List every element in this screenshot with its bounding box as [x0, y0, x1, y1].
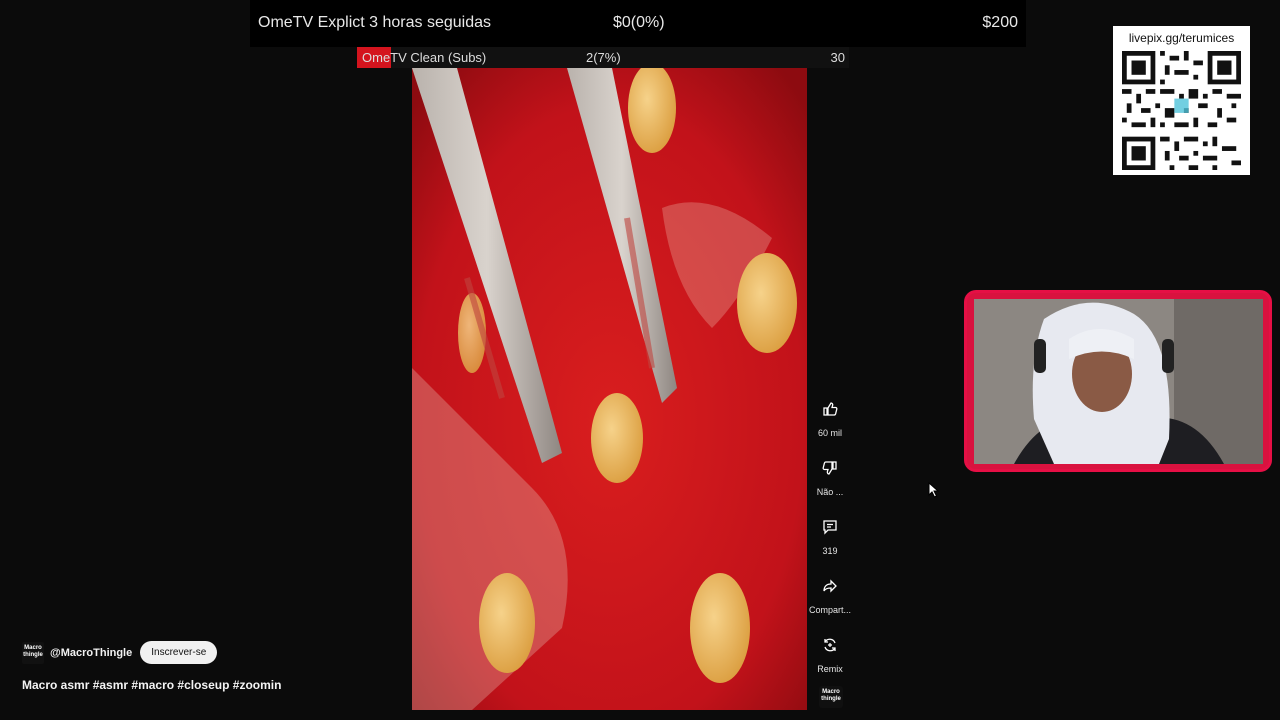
- channel-thumbnail[interactable]: Macro thingle: [819, 686, 843, 708]
- dislike-button[interactable]: Não ...: [808, 453, 852, 497]
- channel-thumbnail-text: Macro thingle: [821, 689, 841, 702]
- goal-main-target: $200: [982, 14, 1018, 31]
- goal-main-progress: $0(0%): [613, 14, 665, 31]
- goal-subs-target: 30: [830, 50, 845, 65]
- mouse-cursor-icon: [928, 482, 940, 498]
- share-button[interactable]: Compart...: [808, 571, 852, 615]
- remix-label: Remix: [817, 664, 843, 674]
- channel-handle[interactable]: @MacroThingle: [50, 647, 132, 659]
- video-title[interactable]: Macro asmr #asmr #macro #closeup #zoomin: [22, 678, 281, 692]
- webcam-feed: [974, 299, 1263, 464]
- qr-code-icon: [1122, 51, 1241, 170]
- goal-subs-title: OmeTV Clean (Subs): [362, 50, 487, 65]
- qr-url: livepix.gg/terumices: [1128, 31, 1235, 45]
- comment-icon: [815, 512, 845, 542]
- thumbs-up-icon: [815, 394, 845, 424]
- short-video-player[interactable]: [412, 68, 807, 710]
- comment-count: 319: [822, 546, 838, 556]
- dislike-label: Não ...: [816, 487, 844, 497]
- like-button[interactable]: 60 mil: [808, 394, 852, 438]
- goal-bar-main: OmeTV Explict 3 horas seguidas $0(0%) $2…: [250, 0, 1026, 47]
- webcam-overlay: [964, 290, 1272, 472]
- goal-main-title: OmeTV Explict 3 horas seguidas: [258, 14, 491, 31]
- avatar-text: Macro thingle: [23, 644, 43, 658]
- remix-button[interactable]: Remix: [808, 630, 852, 674]
- thumbs-down-icon: [815, 453, 845, 483]
- goal-subs-progress: 2(7%): [586, 50, 621, 65]
- remix-icon: [815, 630, 845, 660]
- channel-row: Macro thingle @MacroThingle Inscrever-se: [22, 641, 218, 664]
- comments-button[interactable]: 319: [808, 512, 852, 556]
- goal-bar-subs: OmeTV Clean (Subs) 2(7%) 30: [357, 47, 849, 68]
- share-icon: [815, 571, 845, 601]
- avatar[interactable]: Macro thingle: [22, 641, 44, 664]
- qr-code-card: livepix.gg/terumices: [1113, 26, 1250, 175]
- subscribe-button[interactable]: Inscrever-se: [140, 641, 218, 664]
- video-frame-image: [412, 68, 807, 710]
- share-label: Compart...: [808, 605, 851, 615]
- like-count: 60 mil: [817, 428, 842, 438]
